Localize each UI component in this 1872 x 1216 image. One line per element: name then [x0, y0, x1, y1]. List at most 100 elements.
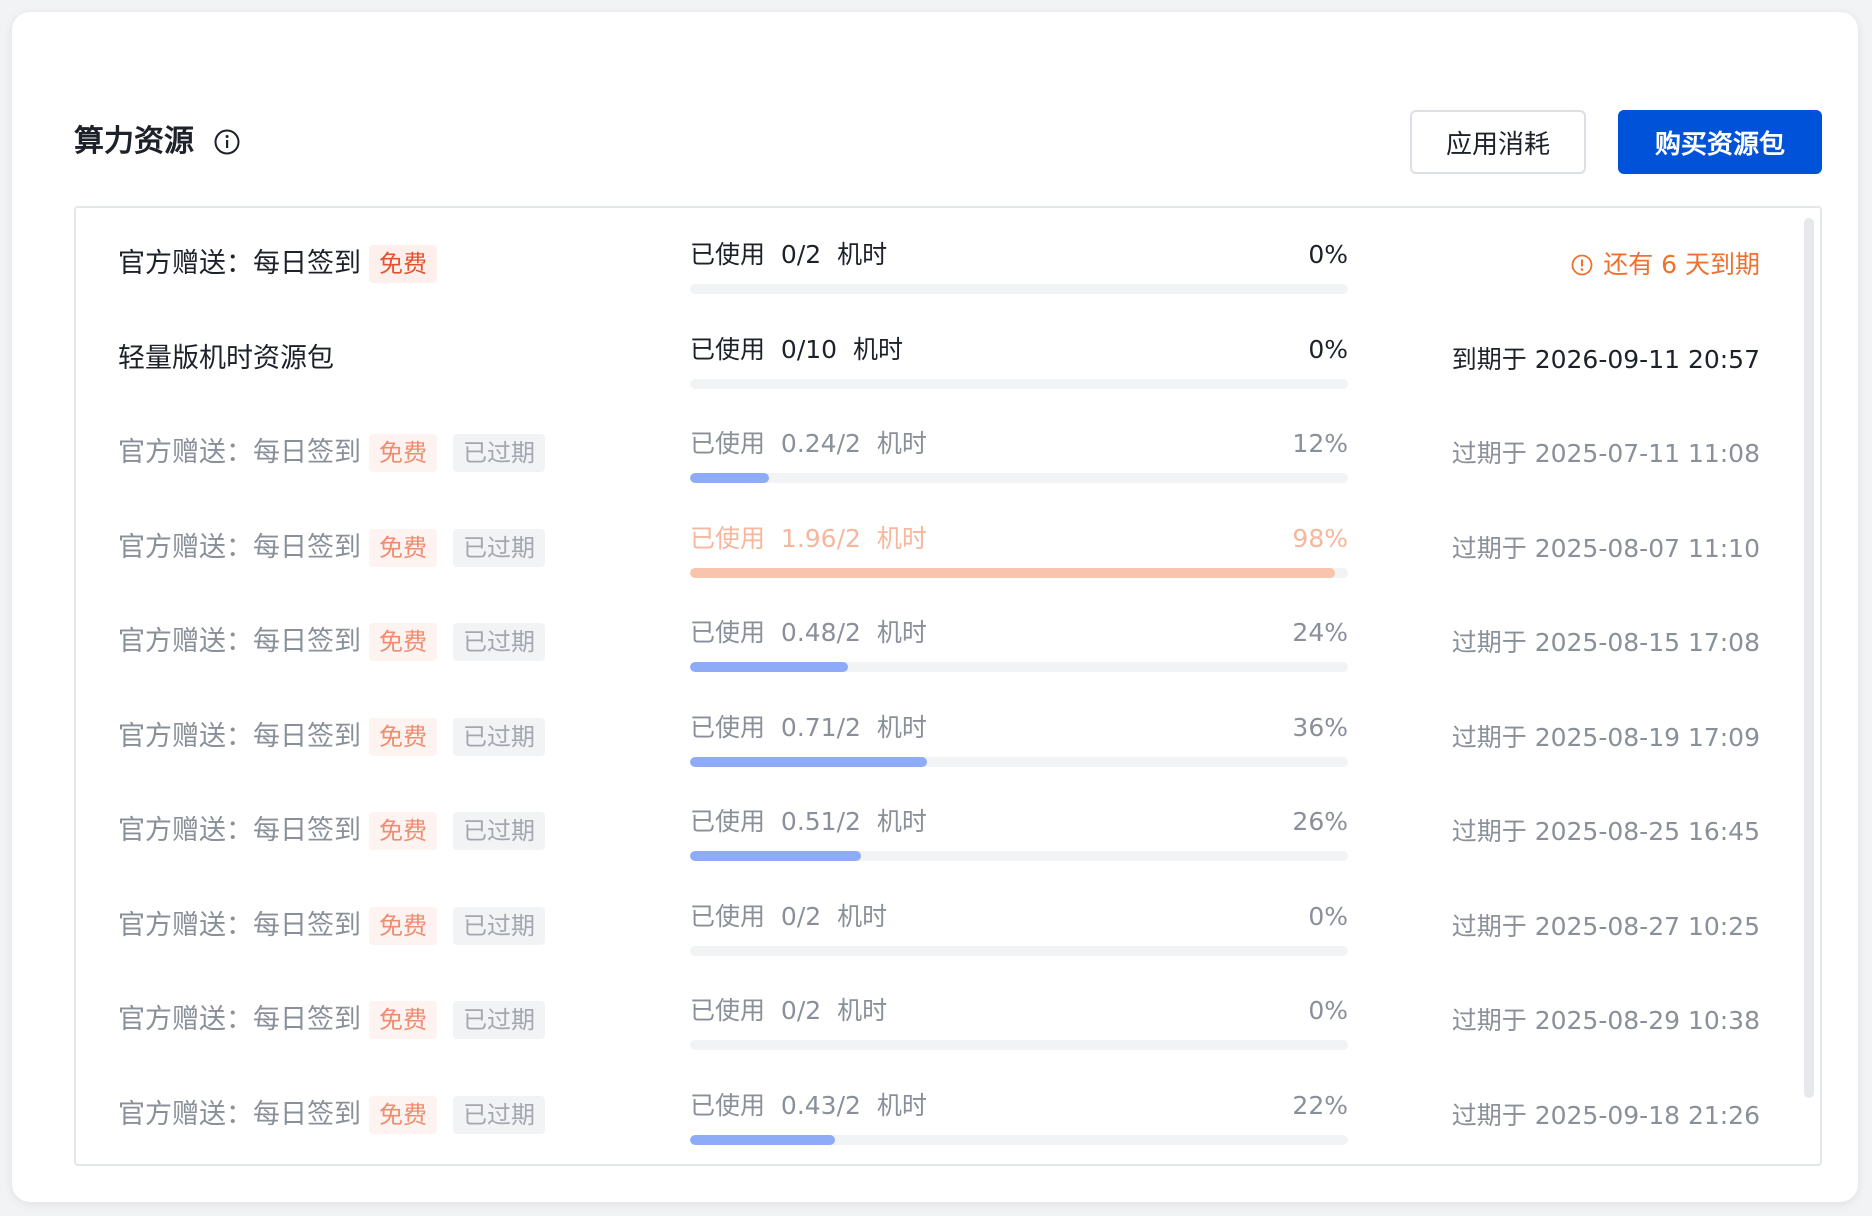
usage-progress-fill	[690, 473, 769, 483]
expiry-text: 过期于 2025-08-27 10:25	[1451, 911, 1760, 941]
usage-unit: 机时	[876, 523, 927, 553]
resource-name-cell: 官方赠送：每日签到 免费 已过期	[118, 1000, 545, 1040]
usage-percent: 0%	[1308, 240, 1348, 269]
usage-unit: 机时	[876, 1090, 927, 1120]
resource-name: 官方赠送：每日签到	[118, 531, 361, 563]
usage-line: 已使用 0.51/2 机时 26%	[690, 805, 1348, 839]
page-title-text: 算力资源	[74, 124, 194, 159]
usage-cell: 已使用 0.71/2 机时 36%	[690, 711, 1348, 767]
free-tag: 免费	[369, 1095, 437, 1134]
expiry-text: 过期于 2025-09-18 21:26	[1451, 1100, 1760, 1130]
usage-label: 已使用 0.48/2 机时	[690, 616, 927, 650]
expiry-cell: 过期于 2025-09-18 21:26	[1452, 1099, 1760, 1133]
usage-line: 已使用 0.43/2 机时 22%	[690, 1089, 1348, 1123]
usage-progress-fill	[690, 851, 862, 861]
resource-name-cell: 官方赠送：每日签到 免费 已过期	[118, 528, 545, 568]
expiry-cell: 到期于 2026-09-11 20:57	[1452, 343, 1760, 377]
expiry-cell: 过期于 2025-08-29 10:38	[1452, 1004, 1760, 1038]
free-tag: 免费	[369, 717, 437, 756]
usage-unit: 机时	[876, 807, 927, 836]
expired-tag: 已过期	[453, 1001, 545, 1039]
info-icon[interactable]	[214, 129, 240, 155]
usage-line: 已使用 0.24/2 机时 12%	[690, 427, 1348, 461]
usage-cell: 已使用 0.24/2 机时 12%	[690, 427, 1348, 483]
expiry-text: 到期于 2026-09-11 20:57	[1451, 344, 1760, 374]
usage-percent: 12%	[1292, 429, 1348, 458]
usage-value: 0.43/2	[780, 1090, 861, 1120]
used-label: 已使用	[690, 712, 766, 742]
usage-unit: 机时	[876, 429, 927, 458]
resource-name: 官方赠送：每日签到	[118, 909, 361, 941]
usage-value: 0/10	[780, 334, 838, 364]
usage-cell: 已使用 0/10 机时 0%	[690, 333, 1348, 389]
resource-name: 官方赠送：每日签到	[118, 815, 361, 846]
expiry-text: 还有 6 天到期	[1603, 250, 1760, 279]
resource-name: 轻量版机时资源包	[118, 342, 334, 374]
resource-row: 官方赠送：每日签到 免费 已过期 已使用 1.96/2 机时 98% 过期于 2…	[76, 492, 1820, 586]
scrollbar[interactable]	[1804, 218, 1814, 1098]
usage-line: 已使用 0/2 机时 0%	[690, 900, 1348, 934]
usage-progress-bar	[690, 851, 1348, 861]
usage-value: 0.48/2	[780, 618, 861, 647]
usage-cell: 已使用 0/2 机时 0%	[690, 900, 1348, 956]
usage-progress-bar	[690, 1134, 1348, 1145]
app-usage-button[interactable]: 应用消耗	[1410, 110, 1586, 174]
resource-name-cell: 官方赠送：每日签到 免费 已过期	[118, 717, 545, 757]
expired-tag: 已过期	[453, 1095, 545, 1134]
resource-name-cell: 官方赠送：每日签到 免费 已过期	[118, 906, 545, 946]
resource-name: 官方赠送：每日签到	[118, 626, 361, 657]
buy-resource-pack-button[interactable]: 购买资源包	[1618, 110, 1822, 174]
expired-tag: 已过期	[453, 434, 545, 472]
usage-line: 已使用 0/2 机时 0%	[690, 994, 1348, 1028]
usage-percent: 98%	[1292, 523, 1348, 553]
expiry-cell: 过期于 2025-08-19 17:09	[1452, 721, 1760, 755]
free-tag: 免费	[369, 434, 437, 472]
usage-value: 0.24/2	[780, 429, 861, 458]
used-label: 已使用	[690, 334, 766, 364]
free-tag: 免费	[369, 528, 437, 567]
used-label: 已使用	[690, 618, 766, 647]
expiry-text: 过期于 2025-08-15 17:08	[1451, 628, 1760, 657]
usage-percent: 22%	[1292, 1090, 1348, 1120]
usage-line: 已使用 1.96/2 机时 98%	[690, 522, 1348, 556]
usage-progress-bar	[690, 284, 1348, 294]
used-label: 已使用	[690, 240, 766, 269]
expired-tag: 已过期	[453, 528, 545, 567]
free-tag: 免费	[369, 906, 437, 945]
used-label: 已使用	[690, 996, 766, 1025]
usage-value: 0/2	[780, 901, 822, 931]
used-label: 已使用	[690, 1090, 766, 1120]
usage-label: 已使用 0/2 机时	[690, 238, 887, 272]
expiry-text: 过期于 2025-08-29 10:38	[1451, 1006, 1760, 1035]
usage-progress-fill	[690, 662, 848, 672]
expiry-text: 过期于 2025-08-07 11:10	[1451, 533, 1760, 563]
usage-label: 已使用 0.71/2 机时	[690, 711, 927, 745]
usage-unit: 机时	[837, 901, 888, 931]
resource-row: 官方赠送：每日签到 免费 已过期 已使用 0.43/2 机时 22% 过期于 2…	[76, 1059, 1820, 1153]
usage-progress-fill	[690, 756, 927, 767]
used-label: 已使用	[690, 901, 766, 931]
resource-list: 官方赠送：每日签到 免费 已使用 0/2 机时 0% 还有 6 天到期 轻量版机…	[74, 206, 1822, 1166]
resource-name-cell: 轻量版机时资源包	[118, 339, 334, 379]
usage-line: 已使用 0/10 机时 0%	[690, 333, 1348, 367]
expired-tag: 已过期	[453, 906, 545, 945]
usage-value: 0.51/2	[780, 807, 861, 836]
resource-row: 官方赠送：每日签到 免费 已过期 已使用 0.48/2 机时 24% 过期于 2…	[76, 586, 1820, 680]
resource-row: 官方赠送：每日签到 免费 已过期 已使用 0.71/2 机时 36% 过期于 2…	[76, 681, 1820, 775]
usage-progress-bar	[690, 756, 1348, 767]
expiry-cell: 过期于 2025-08-27 10:25	[1452, 910, 1760, 944]
resource-row: 官方赠送：每日签到 免费 已过期 已使用 0.24/2 机时 12% 过期于 2…	[76, 397, 1820, 491]
usage-value: 0/2	[780, 240, 822, 269]
usage-percent: 0%	[1308, 901, 1348, 931]
usage-unit: 机时	[837, 996, 888, 1025]
free-tag: 免费	[369, 245, 437, 283]
usage-unit: 机时	[876, 712, 927, 742]
usage-progress-bar	[690, 1040, 1348, 1050]
usage-cell: 已使用 0/2 机时 0%	[690, 994, 1348, 1050]
expiry-cell: 过期于 2025-08-07 11:10	[1452, 532, 1760, 566]
usage-label: 已使用 1.96/2 机时	[690, 522, 927, 556]
usage-percent: 36%	[1292, 712, 1348, 742]
resource-name-cell: 官方赠送：每日签到 免费 已过期	[118, 811, 545, 851]
resource-name: 官方赠送：每日签到	[118, 437, 361, 468]
expiry-text: 过期于 2025-08-25 16:45	[1451, 817, 1760, 846]
